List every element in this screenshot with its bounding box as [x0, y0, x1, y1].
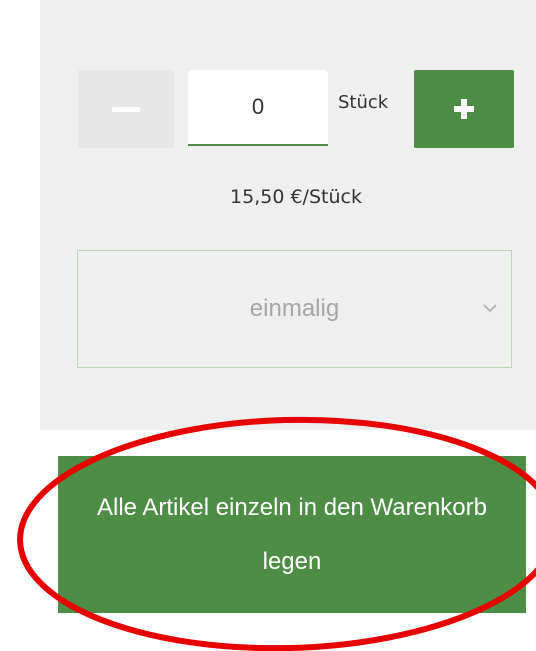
add-all-to-cart-label: Alle Artikel einzeln in den Warenkorb le…: [97, 493, 487, 575]
delivery-frequency-select[interactable]: einmalig: [77, 250, 512, 368]
chevron-down-icon: [483, 304, 497, 313]
add-all-to-cart-button[interactable]: Alle Artikel einzeln in den Warenkorb le…: [58, 456, 526, 613]
plus-icon: [454, 99, 474, 119]
quantity-unit-label: Stück: [338, 92, 389, 113]
unit-price: 15,50 €/Stück: [230, 186, 362, 208]
increase-quantity-button[interactable]: [414, 70, 514, 148]
selected-frequency: einmalig: [249, 295, 340, 322]
minus-icon: [112, 106, 140, 112]
decrease-quantity-button[interactable]: [78, 70, 174, 148]
quantity-input[interactable]: [188, 70, 328, 146]
